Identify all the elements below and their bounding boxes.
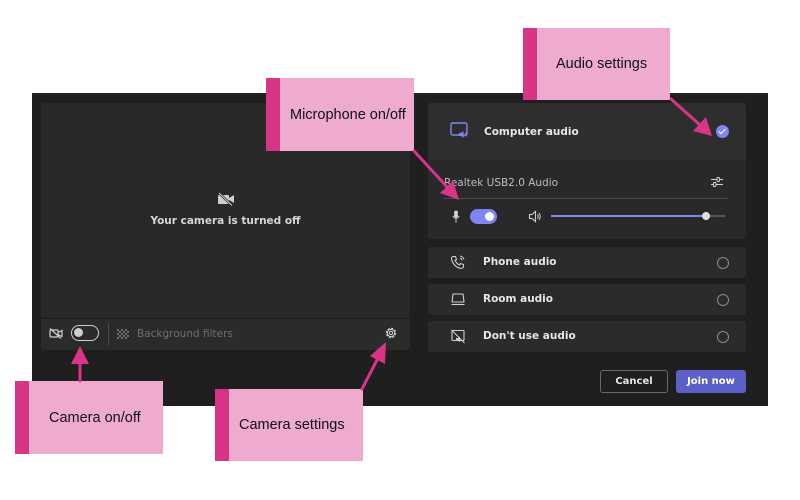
arrow-camera-toggle	[71, 346, 89, 383]
arrow-audio-settings	[669, 97, 712, 136]
arrow-camera-settings	[360, 342, 386, 391]
callout-arrows	[71, 97, 712, 391]
arrow-microphone	[412, 149, 459, 200]
